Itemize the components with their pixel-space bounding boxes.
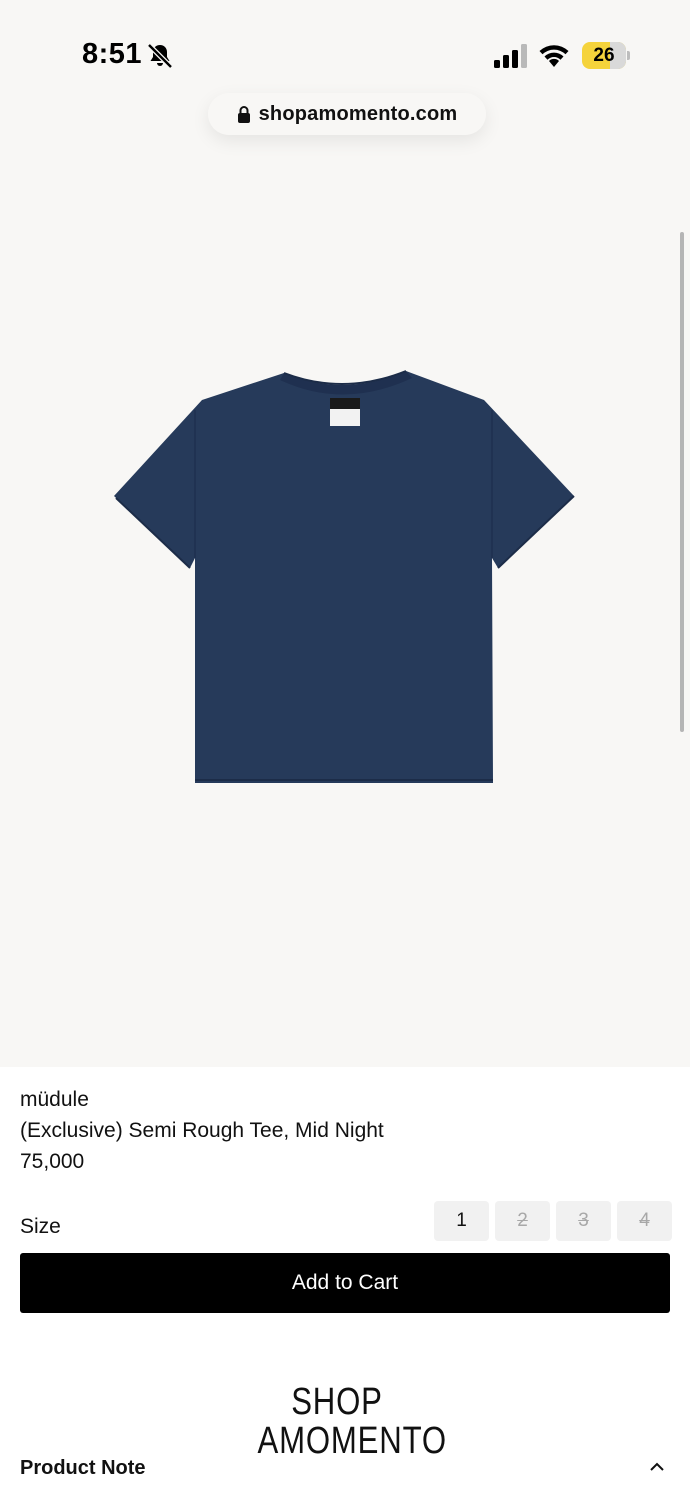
product-price: 75,000 [20, 1150, 85, 1173]
chevron-up-icon[interactable] [648, 1460, 666, 1474]
product-name: (Exclusive) Semi Rough Tee, Mid Night [20, 1119, 384, 1142]
wifi-icon [539, 45, 569, 67]
size-option-2[interactable]: 2 [495, 1201, 550, 1241]
status-time: 8:51 [82, 38, 143, 70]
signal-icon [494, 44, 527, 68]
size-label: Size [20, 1215, 61, 1238]
battery-level: 26 [593, 44, 615, 66]
lock-icon [237, 106, 250, 123]
product-brand[interactable]: müdule [20, 1088, 89, 1112]
size-option-4[interactable]: 4 [617, 1201, 672, 1241]
size-option-1[interactable]: 1 [434, 1201, 489, 1241]
scrollbar[interactable] [680, 232, 684, 732]
shop-logo[interactable]: SHOP AMOMENTO [257, 1381, 447, 1462]
product-image[interactable] [114, 370, 576, 786]
size-selector: 1 2 3 4 [434, 1201, 672, 1241]
logo-line-2: AMOMENTO [257, 1420, 447, 1462]
bell-off-icon [147, 43, 173, 69]
size-option-3[interactable]: 3 [556, 1201, 611, 1241]
battery-icon: 26 [582, 42, 630, 69]
url-text: shopamomento.com [258, 102, 458, 125]
add-to-cart-button[interactable]: Add to Cart [20, 1253, 670, 1313]
product-note-toggle[interactable]: Product Note [20, 1457, 146, 1480]
address-bar[interactable]: shopamomento.com [208, 93, 486, 135]
logo-line-1: SHOP [291, 1381, 383, 1423]
